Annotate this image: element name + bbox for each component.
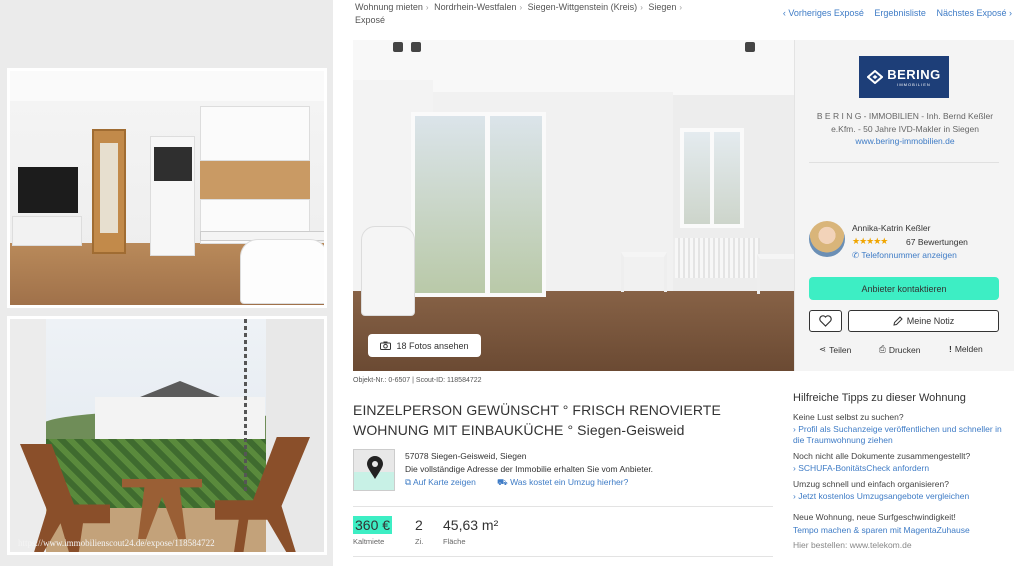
- company-name-line2: e.Kfm. - 50 Jahre IVD-Makler in Siegen: [831, 124, 979, 134]
- balcony-photo[interactable]: https://www.immobilienscout24.de/expose/…: [7, 316, 327, 555]
- listing-title-line1: EINZELPERSON GEWÜNSCHT ° FRISCH RENOVIER…: [353, 402, 721, 418]
- my-note-button[interactable]: Meine Notiz: [848, 310, 999, 332]
- report-label: Melden: [954, 344, 983, 354]
- print-button[interactable]: ⎙ Drucken: [879, 344, 920, 355]
- tip-question-1: Keine Lust selbst zu suchen?: [793, 412, 904, 422]
- agent-name: Annika-Katrin Keßler: [852, 223, 931, 233]
- breadcrumb-item-siegen[interactable]: Siegen: [648, 2, 676, 12]
- tip-order-note[interactable]: Hier bestellen: www.telekom.de: [793, 540, 912, 550]
- area-label: Fläche: [443, 537, 466, 546]
- main-photo-living-room[interactable]: [353, 40, 794, 371]
- previous-expose-link[interactable]: ‹ Vorheriges Exposé: [783, 8, 864, 18]
- exclamation-icon: !: [949, 344, 952, 354]
- breadcrumb-item-nrw[interactable]: Nordrhein-Westfalen: [434, 2, 516, 12]
- view-photos-button[interactable]: 18 Fotos ansehen: [368, 334, 481, 357]
- phone-icon: ✆: [852, 250, 860, 260]
- show-phone-label: Telefonnummer anzeigen: [861, 250, 957, 260]
- rating-stars-icon: ★★★★★: [852, 236, 888, 246]
- map-thumbnail[interactable]: [353, 449, 395, 491]
- cold-rent-label: Kaltmiete: [353, 537, 385, 546]
- location-pin-icon: [367, 456, 383, 479]
- rooms-value: 2: [415, 517, 423, 533]
- agent-panel: BERING IMMOBILIEN B E R I N G - IMMOBILI…: [794, 40, 1014, 371]
- chevron-right-icon: ›: [679, 3, 683, 12]
- divider: [353, 506, 773, 507]
- show-phone-link[interactable]: ✆ Telefonnummer anzeigen: [852, 250, 957, 261]
- chevron-right-icon: ›: [519, 3, 523, 12]
- next-expose-link[interactable]: Nächstes Exposé ›: [936, 8, 1012, 18]
- kitchen-photo[interactable]: [7, 68, 327, 308]
- area-value: 45,63 m²: [443, 517, 499, 533]
- share-label: Teilen: [829, 344, 852, 355]
- expose-navigation: ‹ Vorheriges Exposé Ergebnisliste Nächst…: [775, 8, 1012, 18]
- my-note-label: Meine Notiz: [906, 316, 955, 326]
- company-website-link[interactable]: www.bering-immobilien.de: [805, 136, 1005, 146]
- tip-question-2: Noch nicht alle Dokumente zusammengestel…: [793, 451, 971, 461]
- report-button[interactable]: ! Melden: [949, 344, 983, 354]
- camera-icon: [380, 341, 392, 350]
- logo-subtext: IMMOBILIEN: [897, 82, 931, 87]
- favorite-button[interactable]: [809, 310, 842, 332]
- show-on-map-link[interactable]: ⧉ Auf Karte zeigen: [405, 477, 476, 488]
- object-ids: Objekt-Nr.: 0-6507 | Scout-ID: 118584722: [353, 377, 482, 384]
- logo-text: BERING: [887, 67, 941, 82]
- address: 57078 Siegen-Geisweid, Siegen: [405, 451, 527, 461]
- printer-icon: ⎙: [879, 344, 886, 354]
- tip-question-3: Umzug schnell und einfach organisieren?: [793, 479, 949, 489]
- tip-question-4: Neue Wohnung, neue Surfgeschwindigkeit!: [793, 512, 956, 522]
- reviews-count-link[interactable]: 67 Bewertungen: [906, 237, 968, 247]
- address-note: Die vollständige Adresse der Immobilie e…: [405, 464, 654, 474]
- pencil-icon: [893, 316, 903, 326]
- map-icon: ⧉: [405, 477, 412, 487]
- left-gallery-panel: https://www.immobilienscout24.de/expose/…: [0, 0, 333, 566]
- show-on-map-label: Auf Karte zeigen: [412, 477, 476, 487]
- truck-icon: ⛟: [497, 477, 508, 487]
- watermark-url: https://www.immobilienscout24.de/expose/…: [18, 538, 215, 548]
- agent-avatar: [809, 221, 845, 257]
- logo-diamond-icon: [867, 70, 884, 84]
- moving-cost-label: Was kostet ein Umzug hierher?: [510, 477, 629, 487]
- breadcrumb-item-wohnung-mieten[interactable]: Wohnung mieten: [355, 2, 423, 12]
- share-icon: ⋖: [819, 344, 827, 354]
- tip-link-schufa[interactable]: › SCHUFA-BonitätsCheck anfordern: [793, 463, 1013, 474]
- company-name-line1: B E R I N G - IMMOBILIEN - Inh. Bernd Ke…: [816, 111, 994, 121]
- divider: [353, 556, 773, 557]
- tips-heading: Hilfreiche Tipps zu dieser Wohnung: [793, 392, 966, 404]
- moving-cost-link[interactable]: ⛟ Was kostet ein Umzug hierher?: [497, 477, 628, 489]
- heart-icon: [819, 315, 832, 327]
- divider: [809, 162, 999, 163]
- breadcrumb-item-expose: Exposé: [355, 15, 386, 25]
- rooms-label: Zi.: [415, 537, 424, 546]
- listing-title: EINZELPERSON GEWÜNSCHT ° FRISCH RENOVIER…: [353, 400, 773, 440]
- tip-link-magenta[interactable]: Tempo machen & sparen mit MagentaZuhause: [793, 525, 1013, 536]
- tip-link-moving-offers[interactable]: › Jetzt kostenlos Umzugsangebote verglei…: [793, 491, 1013, 502]
- chevron-right-icon: ›: [640, 3, 643, 12]
- print-label: Drucken: [888, 344, 921, 355]
- breadcrumb: Wohnung mieten › Nordrhein-Westfalen › Sie…: [355, 1, 785, 27]
- breadcrumb-item-kreis[interactable]: Siegen-Wittgenstein (Kreis): [528, 2, 638, 12]
- tip-link-search-profile[interactable]: › Profil als Suchanzeige veröffentlichen…: [793, 424, 1013, 446]
- share-button[interactable]: ⋖ Teilen: [819, 344, 851, 355]
- company-logo[interactable]: BERING IMMOBILIEN: [859, 56, 949, 98]
- cold-rent-value: 360 €: [353, 516, 393, 534]
- chevron-right-icon: ›: [425, 3, 429, 12]
- contact-agent-button[interactable]: Anbieter kontaktieren: [809, 277, 999, 300]
- result-list-link[interactable]: Ergebnisliste: [874, 8, 926, 18]
- listing-title-line2: WOHNUNG MIT EINBAUKÜCHE ° Siegen-Geiswei…: [353, 422, 685, 438]
- company-name: B E R I N G - IMMOBILIEN - Inh. Bernd Ke…: [805, 110, 1005, 136]
- view-photos-label: 18 Fotos ansehen: [396, 340, 469, 351]
